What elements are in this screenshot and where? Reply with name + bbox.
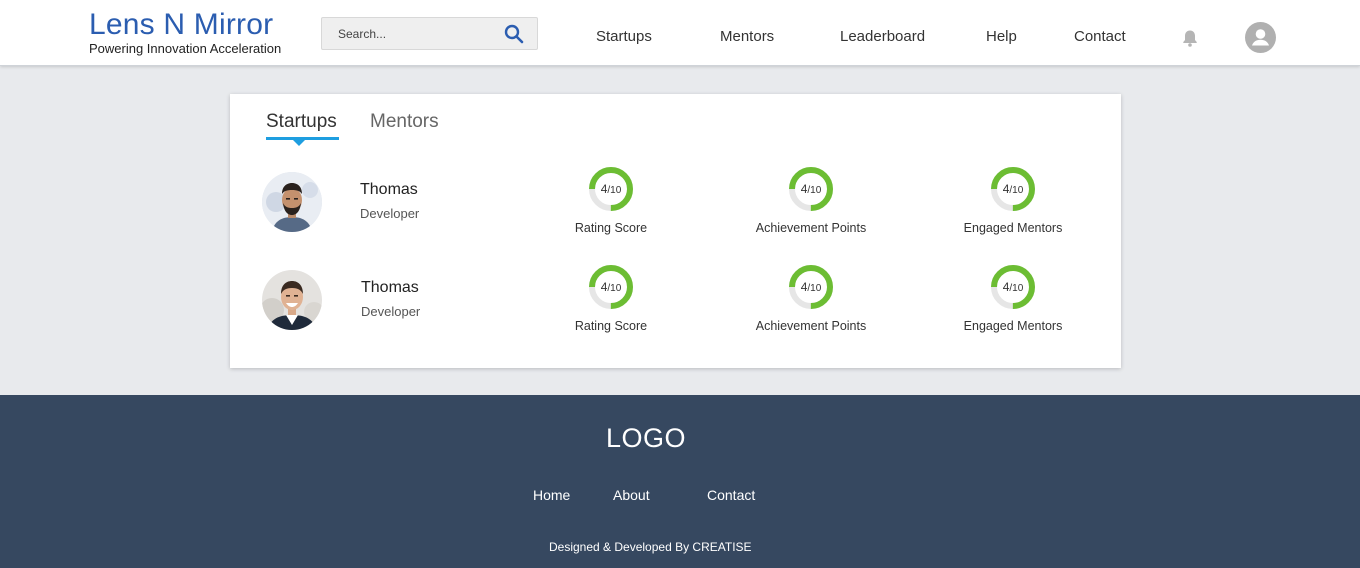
donut-chart: 4/10 [788, 166, 834, 212]
tab-caret [293, 140, 305, 146]
tab-mentors[interactable]: Mentors [370, 111, 439, 133]
metric-label: Achievement Points [755, 319, 867, 333]
metric-engaged-mentors: 4/10 Engaged Mentors [943, 264, 1083, 333]
nav-leaderboard[interactable]: Leaderboard [840, 28, 925, 46]
list-item: Thomas Developer 4/10 Rating Score 4/10 … [230, 166, 1121, 256]
donut-value: 4/10 [1002, 280, 1024, 294]
footer-link-home[interactable]: Home [533, 487, 570, 503]
donut-value: 4/10 [1002, 182, 1024, 196]
person-role: Developer [360, 206, 420, 221]
footer-link-about[interactable]: About [613, 487, 650, 503]
nav-contact[interactable]: Contact [1074, 28, 1126, 46]
person-role: Developer [361, 304, 421, 319]
metric-label: Rating Score [574, 221, 648, 235]
user-icon[interactable] [1245, 22, 1276, 53]
metric-rating-score: 4/10 Rating Score [541, 166, 681, 235]
donut-value: 4/10 [800, 280, 822, 294]
nav-help[interactable]: Help [986, 28, 1017, 46]
search-box [321, 17, 538, 50]
metric-achievement-points: 4/10 Achievement Points [741, 166, 881, 235]
avatar [262, 172, 322, 232]
donut-chart: 4/10 [990, 264, 1036, 310]
metric-label: Achievement Points [755, 221, 867, 235]
footer-link-contact[interactable]: Contact [707, 487, 755, 503]
footer-logo[interactable]: LOGO [606, 423, 686, 453]
brand-subtitle: Powering Innovation Acceleration [89, 41, 282, 56]
donut-value: 4/10 [800, 182, 822, 196]
donut-chart: 4/10 [588, 264, 634, 310]
search-input[interactable] [322, 18, 497, 49]
brand[interactable]: Lens N Mirror Powering Innovation Accele… [89, 9, 281, 56]
donut-value: 4/10 [600, 280, 622, 294]
metric-rating-score: 4/10 Rating Score [541, 264, 681, 333]
person-name: Thomas [360, 181, 418, 198]
bell-icon[interactable] [1180, 28, 1200, 48]
nav-mentors[interactable]: Mentors [720, 28, 774, 46]
metric-engaged-mentors: 4/10 Engaged Mentors [943, 166, 1083, 235]
metric-label: Rating Score [574, 319, 648, 333]
donut-chart: 4/10 [990, 166, 1036, 212]
metric-label: Engaged Mentors [963, 319, 1063, 333]
metric-label: Engaged Mentors [963, 221, 1063, 235]
top-header: Lens N Mirror Powering Innovation Accele… [0, 0, 1360, 66]
donut-chart: 4/10 [788, 264, 834, 310]
brand-title[interactable]: Lens N Mirror [89, 9, 281, 41]
footer: LOGO Home About Contact Designed & Devel… [0, 395, 1360, 568]
donut-chart: 4/10 [588, 166, 634, 212]
leaderboard-card: Startups Mentors Thomas Developer 4/10 R… [230, 94, 1121, 368]
donut-value: 4/10 [600, 182, 622, 196]
metric-achievement-points: 4/10 Achievement Points [741, 264, 881, 333]
person-name: Thomas [361, 279, 419, 296]
list-item: Thomas Developer 4/10 Rating Score 4/10 … [230, 264, 1121, 354]
avatar [262, 270, 322, 330]
footer-credit: Designed & Developed By CREATISE [549, 540, 752, 554]
nav-startups[interactable]: Startups [596, 28, 652, 46]
tab-startups[interactable]: Startups [266, 111, 337, 133]
search-icon[interactable] [503, 23, 525, 45]
